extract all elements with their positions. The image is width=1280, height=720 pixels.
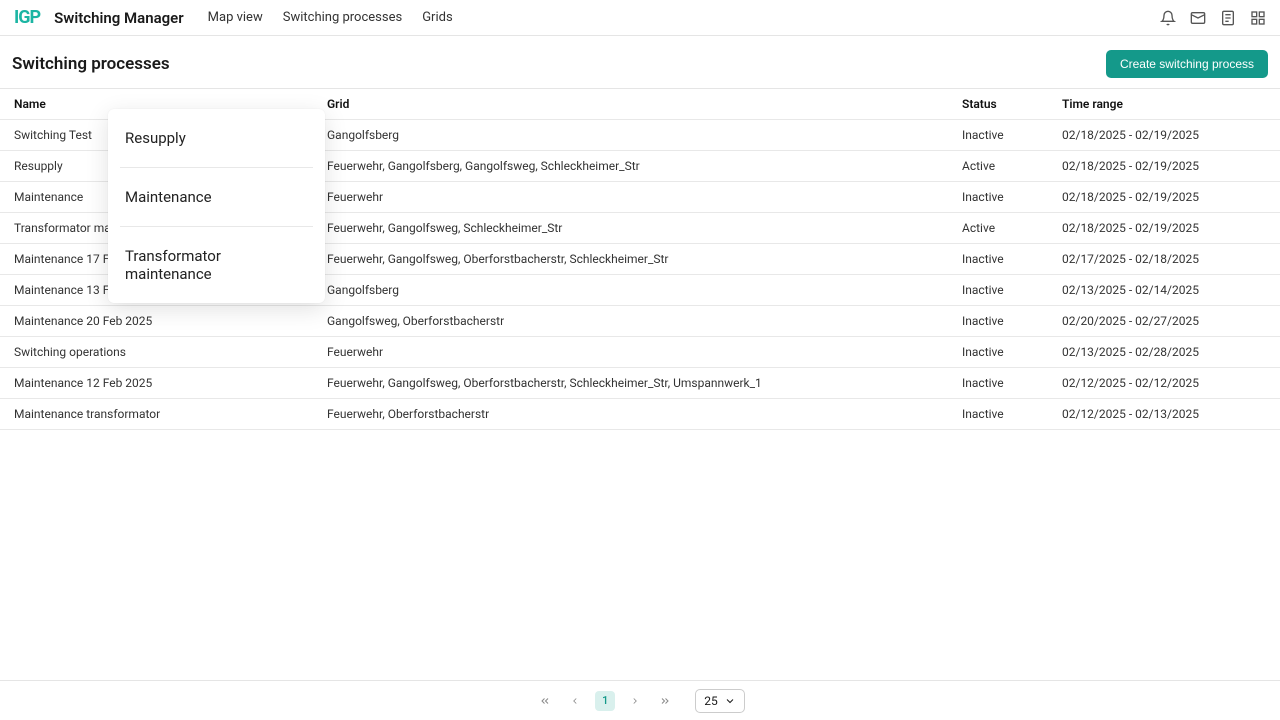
cell-time: 02/12/2025 - 02/13/2025: [1062, 407, 1266, 421]
cell-status: Inactive: [962, 190, 1062, 204]
cell-name: Maintenance transformator: [14, 407, 327, 421]
topbar: IGP Switching Manager Map view Switching…: [0, 0, 1280, 36]
cell-grid: Feuerwehr, Gangolfsweg, Oberforstbachers…: [327, 252, 962, 266]
menu-item-transformator-maintenance[interactable]: Transformator maintenance: [108, 227, 325, 303]
cell-status: Inactive: [962, 314, 1062, 328]
page-prev-button[interactable]: [565, 691, 585, 711]
cell-status: Inactive: [962, 376, 1062, 390]
cell-time: 02/13/2025 - 02/28/2025: [1062, 345, 1266, 359]
cell-status: Inactive: [962, 345, 1062, 359]
pagination: 1 25: [0, 680, 1280, 720]
table-row[interactable]: Maintenance 20 Feb 2025 Gangolfsweg, Obe…: [0, 306, 1280, 337]
cell-grid: Feuerwehr, Gangolfsweg, Oberforstbachers…: [327, 376, 962, 390]
cell-time: 02/18/2025 - 02/19/2025: [1062, 190, 1266, 204]
mail-icon[interactable]: [1190, 10, 1206, 26]
col-header-grid[interactable]: Grid: [327, 97, 962, 111]
cell-time: 02/20/2025 - 02/27/2025: [1062, 314, 1266, 328]
cell-status: Active: [962, 221, 1062, 235]
cell-grid: Gangolfsberg: [327, 283, 962, 297]
cell-grid: Feuerwehr, Oberforstbacherstr: [327, 407, 962, 421]
nav-switching-processes[interactable]: Switching processes: [283, 10, 402, 25]
cell-status: Inactive: [962, 283, 1062, 297]
cell-grid: Feuerwehr: [327, 345, 962, 359]
cell-time: 02/18/2025 - 02/19/2025: [1062, 221, 1266, 235]
cell-name: Switching operations: [14, 345, 327, 359]
cell-name: Maintenance 12 Feb 2025: [14, 376, 327, 390]
cell-name: Maintenance 20 Feb 2025: [14, 314, 327, 328]
page-size-select[interactable]: 25: [695, 689, 745, 713]
context-menu: Resupply Maintenance Transformator maint…: [108, 109, 325, 303]
cell-grid: Feuerwehr, Gangolfsweg, Schleckheimer_St…: [327, 221, 962, 235]
cell-status: Inactive: [962, 407, 1062, 421]
bell-icon[interactable]: [1160, 10, 1176, 26]
menu-item-maintenance[interactable]: Maintenance: [108, 168, 325, 226]
nav-map-view[interactable]: Map view: [208, 10, 263, 25]
col-header-time[interactable]: Time range: [1062, 97, 1266, 111]
create-switching-process-button[interactable]: Create switching process: [1106, 50, 1268, 78]
notes-icon[interactable]: [1220, 10, 1236, 26]
nav-grids[interactable]: Grids: [422, 10, 452, 25]
app-title: Switching Manager: [54, 9, 184, 27]
cell-grid: Feuerwehr, Gangolfsberg, Gangolfsweg, Sc…: [327, 159, 962, 173]
cell-status: Inactive: [962, 252, 1062, 266]
cell-grid: Gangolfsberg: [327, 128, 962, 142]
cell-time: 02/18/2025 - 02/19/2025: [1062, 128, 1266, 142]
apps-icon[interactable]: [1250, 10, 1266, 26]
cell-status: Inactive: [962, 128, 1062, 142]
page-header: Switching processes Create switching pro…: [0, 36, 1280, 89]
page-number-current[interactable]: 1: [595, 691, 615, 711]
cell-time: 02/18/2025 - 02/19/2025: [1062, 159, 1266, 173]
cell-time: 02/13/2025 - 02/14/2025: [1062, 283, 1266, 297]
table-row[interactable]: Maintenance 12 Feb 2025 Feuerwehr, Gango…: [0, 368, 1280, 399]
cell-time: 02/12/2025 - 02/12/2025: [1062, 376, 1266, 390]
chevron-down-icon: [724, 695, 736, 707]
cell-grid: Feuerwehr: [327, 190, 962, 204]
cell-grid: Gangolfsweg, Oberforstbacherstr: [327, 314, 962, 328]
page-title: Switching processes: [12, 54, 170, 74]
menu-item-resupply[interactable]: Resupply: [108, 109, 325, 167]
cell-status: Active: [962, 159, 1062, 173]
table-row[interactable]: Maintenance transformator Feuerwehr, Obe…: [0, 399, 1280, 430]
page-next-button[interactable]: [625, 691, 645, 711]
nav: Map view Switching processes Grids: [208, 10, 453, 25]
page-size-value: 25: [704, 694, 718, 708]
col-header-status[interactable]: Status: [962, 97, 1062, 111]
topbar-actions: [1160, 10, 1266, 26]
page-last-button[interactable]: [655, 691, 675, 711]
brand-logo: IGP: [14, 7, 40, 28]
table-row[interactable]: Switching operations Feuerwehr Inactive …: [0, 337, 1280, 368]
cell-time: 02/17/2025 - 02/18/2025: [1062, 252, 1266, 266]
page-first-button[interactable]: [535, 691, 555, 711]
